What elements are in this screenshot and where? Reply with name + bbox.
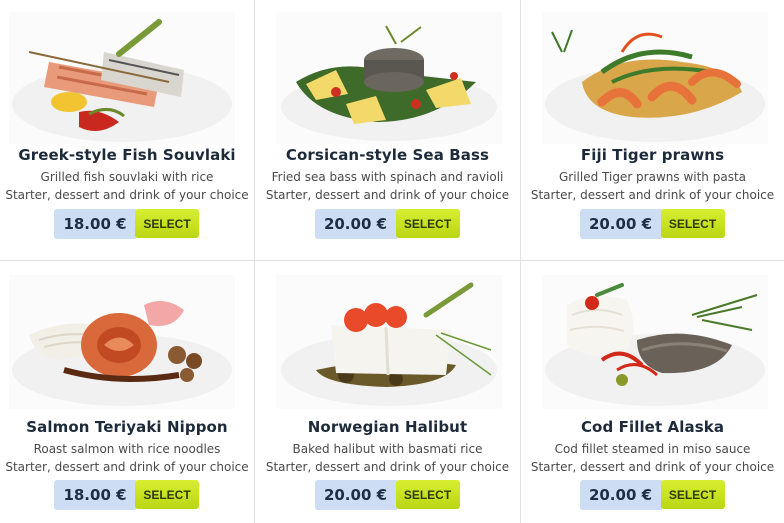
- price-tag: 18.00 €: [54, 209, 136, 239]
- dish-extras: Starter, dessert and drink of your choic…: [5, 188, 249, 202]
- dish-photo: [276, 12, 502, 144]
- dish-grid: Greek-style Fish Souvlaki Grilled fish s…: [0, 0, 784, 523]
- price-select-group: 20.00 € SELECT: [579, 209, 726, 239]
- dish-extras: Starter, dessert and drink of your choic…: [265, 188, 510, 202]
- dish-photo: [542, 12, 768, 144]
- dish-extras: Starter, dessert and drink of your choic…: [265, 460, 510, 474]
- dish-photo: [276, 275, 502, 409]
- price-tag: 20.00 €: [314, 209, 397, 239]
- dish-description: Fried sea bass with spinach and ravioli: [271, 170, 504, 184]
- dish-description: Grilled fish souvlaki with rice: [40, 170, 214, 184]
- price-select-group: 18.00 € SELECT: [54, 480, 200, 510]
- dish-photo: [542, 275, 768, 409]
- dish-title: Cod Fillet Alaska: [580, 418, 725, 436]
- dish-title: Salmon Teriyaki Nippon: [26, 418, 228, 436]
- price-select-group: 20.00 € SELECT: [314, 209, 461, 239]
- price-tag: 20.00 €: [314, 480, 397, 510]
- dish-extras: Starter, dessert and drink of your choic…: [5, 460, 249, 474]
- select-button[interactable]: SELECT: [135, 209, 199, 238]
- dish-card-cod-fillet: Cod Fillet Alaska Cod fillet steamed in …: [521, 261, 784, 523]
- dish-card-norwegian-halibut: Norwegian Halibut Baked halibut with bas…: [255, 261, 521, 523]
- price-tag: 20.00 €: [579, 480, 662, 510]
- dish-title: Norwegian Halibut: [307, 418, 468, 436]
- dish-card-fish-souvlaki: Greek-style Fish Souvlaki Grilled fish s…: [0, 0, 255, 261]
- select-button[interactable]: SELECT: [395, 480, 460, 509]
- dish-photo: [9, 275, 235, 409]
- dish-title: Fiji Tiger prawns: [580, 146, 725, 164]
- dish-title: Corsican-style Sea Bass: [285, 146, 490, 164]
- dish-description: Baked halibut with basmati rice: [292, 442, 483, 456]
- dish-photo: [9, 12, 235, 144]
- select-button[interactable]: SELECT: [135, 480, 199, 509]
- price-select-group: 20.00 € SELECT: [314, 480, 461, 510]
- dish-description: Grilled Tiger prawns with pasta: [558, 170, 747, 184]
- dish-extras: Starter, dessert and drink of your choic…: [530, 460, 775, 474]
- price-tag: 20.00 €: [579, 209, 662, 239]
- price-select-group: 20.00 € SELECT: [579, 480, 726, 510]
- price-select-group: 18.00 € SELECT: [54, 209, 200, 239]
- select-button[interactable]: SELECT: [395, 209, 460, 238]
- price-tag: 18.00 €: [54, 480, 136, 510]
- select-button[interactable]: SELECT: [660, 480, 725, 509]
- dish-extras: Starter, dessert and drink of your choic…: [530, 188, 775, 202]
- select-button[interactable]: SELECT: [660, 209, 725, 238]
- dish-card-sea-bass: Corsican-style Sea Bass Fried sea bass w…: [255, 0, 521, 261]
- dish-card-tiger-prawns: Fiji Tiger prawns Grilled Tiger prawns w…: [521, 0, 784, 261]
- dish-title: Greek-style Fish Souvlaki: [18, 146, 236, 164]
- dish-description: Roast salmon with rice noodles: [33, 442, 221, 456]
- dish-card-salmon-teriyaki: Salmon Teriyaki Nippon Roast salmon with…: [0, 261, 255, 523]
- dish-description: Cod fillet steamed in miso sauce: [554, 442, 751, 456]
